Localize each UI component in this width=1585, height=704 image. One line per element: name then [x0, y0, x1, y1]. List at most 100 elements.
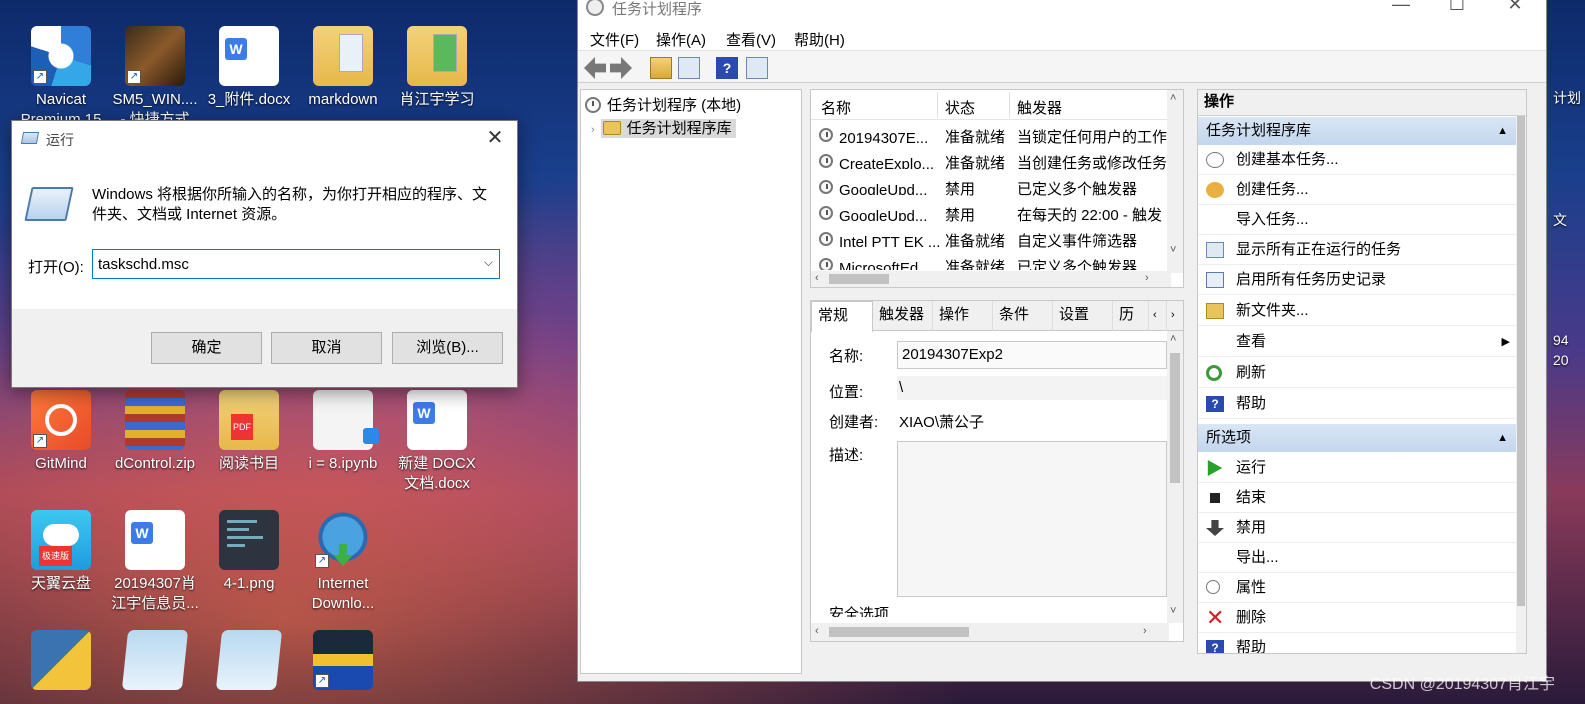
- tab-conditions[interactable]: 条件: [993, 301, 1053, 331]
- forward-arrow-icon[interactable]: [610, 57, 632, 79]
- desktop-icon-reading-list[interactable]: PDF 阅读书目: [202, 390, 296, 474]
- tab-history[interactable]: 历: [1113, 301, 1149, 331]
- chevron-up-icon[interactable]: ˄: [1170, 92, 1176, 104]
- action-new-folder[interactable]: 新文件夹...: [1198, 296, 1518, 326]
- close-icon[interactable]: ✕: [483, 127, 507, 151]
- table-row[interactable]: MicrosoftEd... 准备就绪 已定义多个触发器: [811, 252, 1171, 270]
- section-selected-item[interactable]: 所选项 ▲: [1198, 424, 1518, 452]
- action-disable[interactable]: 禁用: [1198, 513, 1518, 543]
- chevron-right-icon[interactable]: ›: [1167, 301, 1183, 331]
- show-hide-action-pane-icon[interactable]: [746, 57, 768, 79]
- action-enable-history[interactable]: 启用所有任务历史记录: [1198, 265, 1518, 295]
- browse-button[interactable]: 浏览(B)...: [392, 332, 503, 364]
- desktop-icon-sm5[interactable]: ↗ SM5_WIN.... - 快捷方式: [108, 26, 202, 130]
- description-field[interactable]: [897, 441, 1167, 597]
- scrollbar-thumb[interactable]: [829, 627, 969, 637]
- tab-actions[interactable]: 操作: [933, 301, 993, 331]
- action-refresh[interactable]: 刷新: [1198, 358, 1518, 388]
- action-help[interactable]: ? 帮助: [1198, 389, 1518, 419]
- chevron-down-icon[interactable]: ⌵: [484, 255, 493, 270]
- collapse-icon[interactable]: ▲: [1497, 424, 1508, 452]
- action-help-selected[interactable]: ? 帮助: [1198, 633, 1518, 653]
- name-field[interactable]: 20194307Exp2: [897, 341, 1167, 369]
- tree-node-local[interactable]: 任务计划程序 (本地): [585, 94, 741, 115]
- chevron-left-icon[interactable]: ‹: [815, 272, 819, 284]
- python-icon: [31, 630, 91, 690]
- desktop-icon-docx-attachment[interactable]: W 3_附件.docx: [202, 26, 296, 110]
- menu-help[interactable]: 帮助(H): [794, 29, 845, 50]
- close-icon[interactable]: ✕: [1492, 0, 1538, 23]
- action-create-task[interactable]: 创建任务...: [1198, 175, 1518, 205]
- action-import-task[interactable]: 导入任务...: [1198, 205, 1518, 235]
- run-dialog-titlebar[interactable]: 运行 ✕: [12, 121, 517, 157]
- tab-settings[interactable]: 设置: [1053, 301, 1113, 331]
- task-list-vertical-scrollbar[interactable]: ˄ ˅: [1167, 90, 1183, 273]
- desktop-icon-ipynb[interactable]: i = 8.ipynb: [296, 390, 390, 474]
- scrollbar-thumb[interactable]: [1517, 116, 1525, 606]
- task-list-horizontal-scrollbar[interactable]: ‹ ›: [811, 271, 1171, 287]
- action-create-basic-task[interactable]: 创建基本任务...: [1198, 145, 1518, 175]
- column-header-status[interactable]: 状态: [945, 97, 975, 118]
- desktop-icon-info-doc[interactable]: W 20194307肖江宇信息员...: [108, 510, 202, 614]
- action-delete[interactable]: ✕ 删除: [1198, 603, 1518, 633]
- task-scheduler-titlebar[interactable]: 任务计划程序 — ☐ ✕: [578, 0, 1546, 23]
- show-hide-tree-icon[interactable]: [678, 57, 700, 79]
- menu-file[interactable]: 文件(F): [590, 29, 639, 50]
- section-task-library[interactable]: 任务计划程序库 ▲: [1198, 117, 1518, 145]
- ok-button[interactable]: 确定: [151, 332, 262, 364]
- desktop-icon-dcontrol-zip[interactable]: dControl.zip: [108, 390, 202, 474]
- folder-up-icon[interactable]: [650, 57, 672, 79]
- menu-view[interactable]: 查看(V): [726, 29, 776, 50]
- table-row[interactable]: Intel PTT EK ... 准备就绪 自定义事件筛选器: [811, 226, 1171, 252]
- desktop-icon-notepad-1[interactable]: [108, 630, 202, 694]
- details-vertical-scrollbar[interactable]: ˄ ˅: [1167, 331, 1183, 623]
- tab-general[interactable]: 常规: [811, 301, 873, 332]
- action-view[interactable]: 查看 ▶: [1198, 327, 1518, 357]
- chevron-left-icon[interactable]: ‹: [1149, 301, 1167, 331]
- scrollbar-thumb[interactable]: [1170, 353, 1180, 483]
- desktop-icon-tianyi-cloud[interactable]: 极速版 天翼云盘: [14, 510, 108, 594]
- help-icon[interactable]: ?: [716, 57, 738, 79]
- desktop-icon-python-installer[interactable]: [14, 630, 108, 694]
- chevron-right-icon[interactable]: ›: [591, 124, 595, 136]
- desktop-icon-new-docx[interactable]: W 新建 DOCX 文档.docx: [390, 390, 484, 494]
- desktop-icon-notepad-2[interactable]: [202, 630, 296, 694]
- desktop-icon-study-folder[interactable]: 肖江宇学习: [390, 26, 484, 110]
- back-arrow-icon[interactable]: [584, 57, 606, 79]
- desktop-icon-idm[interactable]: ↗ Internet Downlo...: [296, 510, 390, 614]
- minimize-icon[interactable]: —: [1378, 0, 1424, 23]
- collapse-icon[interactable]: ▲: [1497, 117, 1508, 145]
- desktop-icon-eagle[interactable]: ↗: [296, 630, 390, 694]
- chevron-down-icon[interactable]: ˅: [1170, 244, 1176, 256]
- table-row[interactable]: GoogleUpd... 禁用 在每天的 22:00 - 触发: [811, 200, 1171, 226]
- desktop-icon-gitmind[interactable]: ↗ GitMind: [14, 390, 108, 474]
- table-row[interactable]: 20194307E... 准备就绪 当锁定任何用户的工作: [811, 122, 1171, 148]
- action-show-running-tasks[interactable]: 显示所有正在运行的任务: [1198, 235, 1518, 265]
- chevron-down-icon[interactable]: ˅: [1170, 605, 1176, 617]
- desktop-icon-navicat[interactable]: ↗ Navicat Premium 15: [14, 26, 108, 130]
- column-header-name[interactable]: 名称: [821, 97, 851, 118]
- action-end[interactable]: 结束: [1198, 483, 1518, 513]
- chevron-left-icon[interactable]: ‹: [815, 625, 819, 637]
- chevron-right-icon[interactable]: ›: [1145, 272, 1149, 284]
- open-input[interactable]: [93, 250, 463, 278]
- maximize-icon[interactable]: ☐: [1434, 0, 1480, 23]
- details-horizontal-scrollbar[interactable]: ‹ ›: [811, 623, 1169, 641]
- open-combobox[interactable]: ⌵: [92, 249, 500, 279]
- table-row[interactable]: CreateExplo... 准备就绪 当创建任务或修改任务: [811, 148, 1171, 174]
- action-run[interactable]: 运行: [1198, 453, 1518, 483]
- column-header-trigger[interactable]: 触发器: [1017, 97, 1062, 118]
- table-row[interactable]: GoogleUpd... 禁用 已定义多个触发器: [811, 174, 1171, 200]
- chevron-up-icon[interactable]: ˄: [1170, 333, 1176, 345]
- cancel-button[interactable]: 取消: [271, 332, 382, 364]
- action-export[interactable]: 导出...: [1198, 543, 1518, 573]
- menu-action[interactable]: 操作(A): [656, 29, 706, 50]
- desktop-icon-markdown[interactable]: markdown: [296, 26, 390, 110]
- action-properties[interactable]: 属性: [1198, 573, 1518, 603]
- tree-node-library[interactable]: › 任务计划程序库: [591, 117, 736, 138]
- scrollbar-thumb[interactable]: [829, 274, 889, 284]
- tab-triggers[interactable]: 触发器: [873, 301, 933, 331]
- actions-vertical-scrollbar[interactable]: [1516, 116, 1526, 653]
- chevron-right-icon[interactable]: ›: [1143, 625, 1147, 637]
- desktop-icon-png[interactable]: 4-1.png: [202, 510, 296, 594]
